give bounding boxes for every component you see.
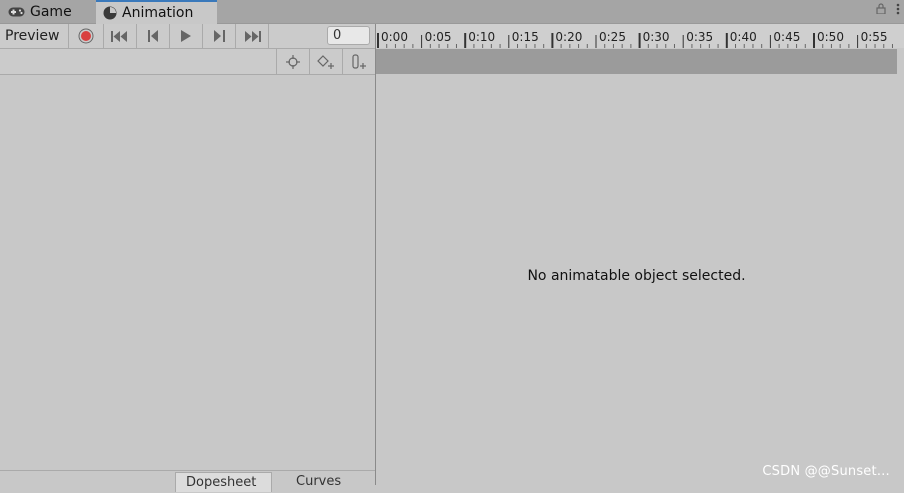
add-event-button[interactable]	[342, 49, 375, 74]
play-icon	[181, 30, 191, 42]
add-keyframe-icon	[317, 54, 334, 69]
events-track[interactable]	[376, 49, 897, 74]
ruler-tick-label: 0:30	[643, 30, 670, 44]
ruler-tick-label: 0:40	[730, 30, 757, 44]
dopesheet-area[interactable]: No animatable object selected.	[376, 74, 904, 485]
skip-to-end-icon	[245, 30, 261, 42]
step-back-icon	[147, 30, 158, 42]
ruler-tick-label: 0:55	[861, 30, 888, 44]
ruler-tick-label: 0:45	[773, 30, 800, 44]
add-event-icon	[352, 53, 366, 69]
tab-animation[interactable]: Animation	[96, 0, 217, 24]
last-keyframe-button[interactable]	[236, 24, 269, 48]
filter-by-selection-button[interactable]	[276, 49, 309, 74]
watermark: CSDN @@Sunset…	[762, 464, 890, 479]
tab-animation-label: Animation	[122, 5, 194, 21]
skip-to-start-icon	[111, 30, 127, 42]
preview-button[interactable]: Preview	[0, 24, 69, 48]
next-keyframe-button[interactable]	[203, 24, 236, 48]
step-forward-icon	[213, 30, 225, 42]
ruler-tick-label: 0:10	[468, 30, 495, 44]
tab-curves[interactable]: Curves	[286, 472, 366, 492]
timeline-ruler[interactable]: 0:00 0:05 0:10 0:15 0:20 0:25 0:30 0:35 0:40 0:45…	[376, 24, 904, 48]
ruler-tick-label: 0:50	[817, 30, 844, 44]
view-mode-tabs: Dopesheet Curves	[0, 470, 375, 492]
play-button[interactable]	[170, 24, 203, 48]
window-tab-bar: Game Animation	[0, 0, 904, 24]
first-keyframe-button[interactable]	[104, 24, 137, 48]
add-keyframe-button[interactable]	[309, 49, 342, 74]
curve-toolbar	[0, 49, 375, 75]
ruler-tick-label: 0:20	[555, 30, 582, 44]
crosshair-icon	[286, 54, 300, 69]
tab-game-label: Game	[30, 3, 72, 20]
previous-keyframe-button[interactable]	[137, 24, 170, 48]
record-button[interactable]	[69, 24, 104, 48]
animation-toolbar: Preview 0	[0, 24, 375, 49]
gamepad-icon	[8, 7, 25, 17]
ruler-tick-label: 0:25	[599, 30, 626, 44]
tab-game[interactable]: Game	[0, 0, 92, 23]
ruler-tick-label: 0:35	[686, 30, 713, 44]
ruler-tick-label: 0:00	[381, 30, 408, 44]
tab-dopesheet[interactable]: Dopesheet	[175, 472, 272, 492]
tab-controls	[876, 3, 900, 18]
events-track-edge	[897, 49, 904, 74]
more-options-icon[interactable]	[896, 3, 900, 18]
property-list-panel	[0, 75, 375, 470]
ruler-tick-label: 0:05	[425, 30, 452, 44]
current-frame-field[interactable]: 0	[327, 26, 370, 45]
record-icon	[78, 28, 94, 44]
animation-clock-icon	[103, 6, 117, 20]
lock-icon[interactable]	[876, 3, 886, 18]
ruler-tick-label: 0:15	[512, 30, 539, 44]
empty-state-message: No animatable object selected.	[527, 268, 746, 284]
